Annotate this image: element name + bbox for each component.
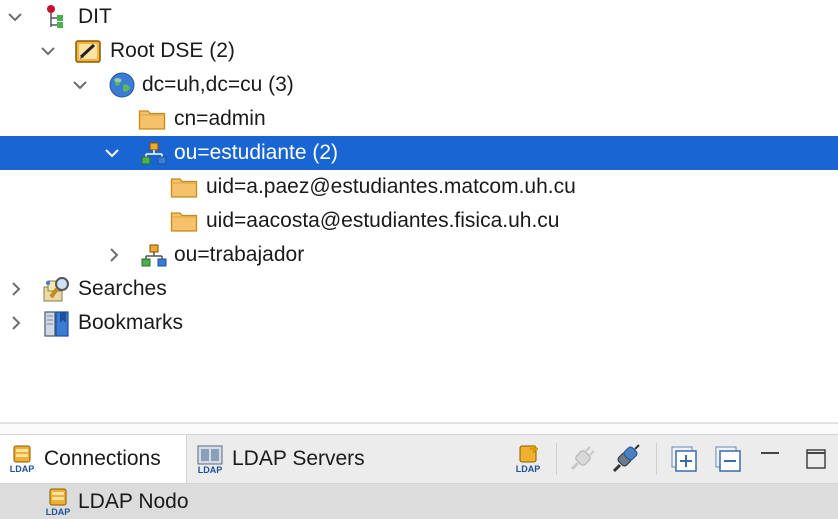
- connections-view-tabbar: LDAP Connections LDAP LDAP Servers LDAP: [0, 434, 838, 484]
- tree-item-label: Bookmarks: [78, 311, 184, 334]
- tree-item-label: uid=aacosta@estudiantes.fisica.uh.cu: [206, 209, 560, 232]
- ldap-connection-icon: LDAP: [42, 486, 71, 517]
- tree-item-label: Searches: [78, 277, 167, 300]
- tree-item-bookmarks[interactable]: Bookmarks: [0, 306, 838, 340]
- collapse-all-icon[interactable]: [712, 443, 744, 475]
- disconnect-icon[interactable]: [566, 443, 598, 475]
- tree-item-admin[interactable]: cn=admin: [0, 102, 838, 136]
- tree-item-domain[interactable]: dc=uh,dc=cu (3): [0, 68, 838, 102]
- expand-all-icon[interactable]: [668, 443, 700, 475]
- tree-item-trabajador[interactable]: ou=trabajador: [0, 238, 838, 272]
- tree-item-root-dse[interactable]: Root DSE (2): [0, 34, 838, 68]
- tree-item-uid[interactable]: uid=aacosta@estudiantes.fisica.uh.cu: [0, 204, 838, 238]
- chevron-down-icon[interactable]: [5, 7, 25, 27]
- chevron-right-icon[interactable]: [6, 313, 26, 333]
- tree-item-uid[interactable]: uid=a.paez@estudiantes.matcom.uh.cu: [0, 170, 838, 204]
- tab-label: LDAP Servers: [232, 447, 365, 470]
- chevron-down-icon[interactable]: [38, 41, 58, 61]
- organizational-unit-icon: [140, 139, 168, 167]
- chevron-right-icon[interactable]: [104, 245, 124, 265]
- toolbar-separator: [656, 443, 657, 475]
- connection-label: LDAP Nodo: [78, 490, 189, 513]
- tree-item-searches[interactable]: Searches: [0, 272, 838, 306]
- tree-item-estudiante[interactable]: ou=estudiante (2): [0, 136, 838, 170]
- chevron-down-icon[interactable]: [70, 75, 90, 95]
- minimize-icon[interactable]: [754, 443, 786, 475]
- folder-icon: [138, 105, 166, 133]
- tree-item-label: uid=a.paez@estudiantes.matcom.uh.cu: [206, 175, 576, 198]
- svg-text:LDAP: LDAP: [10, 464, 35, 474]
- tab-ldap-servers[interactable]: LDAP LDAP Servers: [190, 435, 390, 483]
- ldap-browser-tree: DIT Root DSE (2) dc=uh,dc=cu (3) cn=admi…: [0, 0, 838, 422]
- panel-gap: [0, 424, 838, 434]
- chevron-right-icon[interactable]: [6, 279, 26, 299]
- maximize-icon[interactable]: [800, 443, 832, 475]
- ldap-servers-icon: LDAP: [194, 443, 226, 475]
- svg-text:LDAP: LDAP: [198, 465, 223, 475]
- tab-label: Connections: [44, 447, 161, 470]
- root-dse-icon: [74, 37, 102, 65]
- dit-icon: [40, 3, 68, 31]
- svg-text:LDAP: LDAP: [46, 507, 71, 517]
- organizational-unit-icon: [140, 241, 168, 269]
- tree-item-label: DIT: [78, 5, 112, 28]
- tree-item-label: dc=uh,dc=cu (3): [142, 73, 294, 96]
- toolbar-separator: [556, 443, 557, 475]
- globe-icon: [108, 71, 136, 99]
- bookmarks-icon: [42, 309, 70, 337]
- searches-icon: [42, 275, 70, 303]
- tree-item-label: ou=trabajador: [174, 243, 305, 266]
- tree-item-dit[interactable]: DIT: [0, 0, 838, 34]
- ldap-connections-icon: LDAP: [6, 443, 38, 475]
- tree-item-label: ou=estudiante (2): [174, 141, 339, 164]
- tree-item-label: cn=admin: [174, 107, 266, 130]
- svg-text:LDAP: LDAP: [516, 464, 541, 474]
- chevron-down-icon[interactable]: [102, 143, 122, 163]
- connection-item[interactable]: LDAP LDAP Nodo: [0, 484, 838, 519]
- tree-item-label: Root DSE (2): [110, 39, 235, 62]
- folder-icon: [170, 173, 198, 201]
- tab-connections[interactable]: LDAP Connections: [0, 435, 187, 483]
- folder-icon: [170, 207, 198, 235]
- connect-icon[interactable]: [610, 443, 642, 475]
- new-connection-icon[interactable]: LDAP: [512, 443, 544, 475]
